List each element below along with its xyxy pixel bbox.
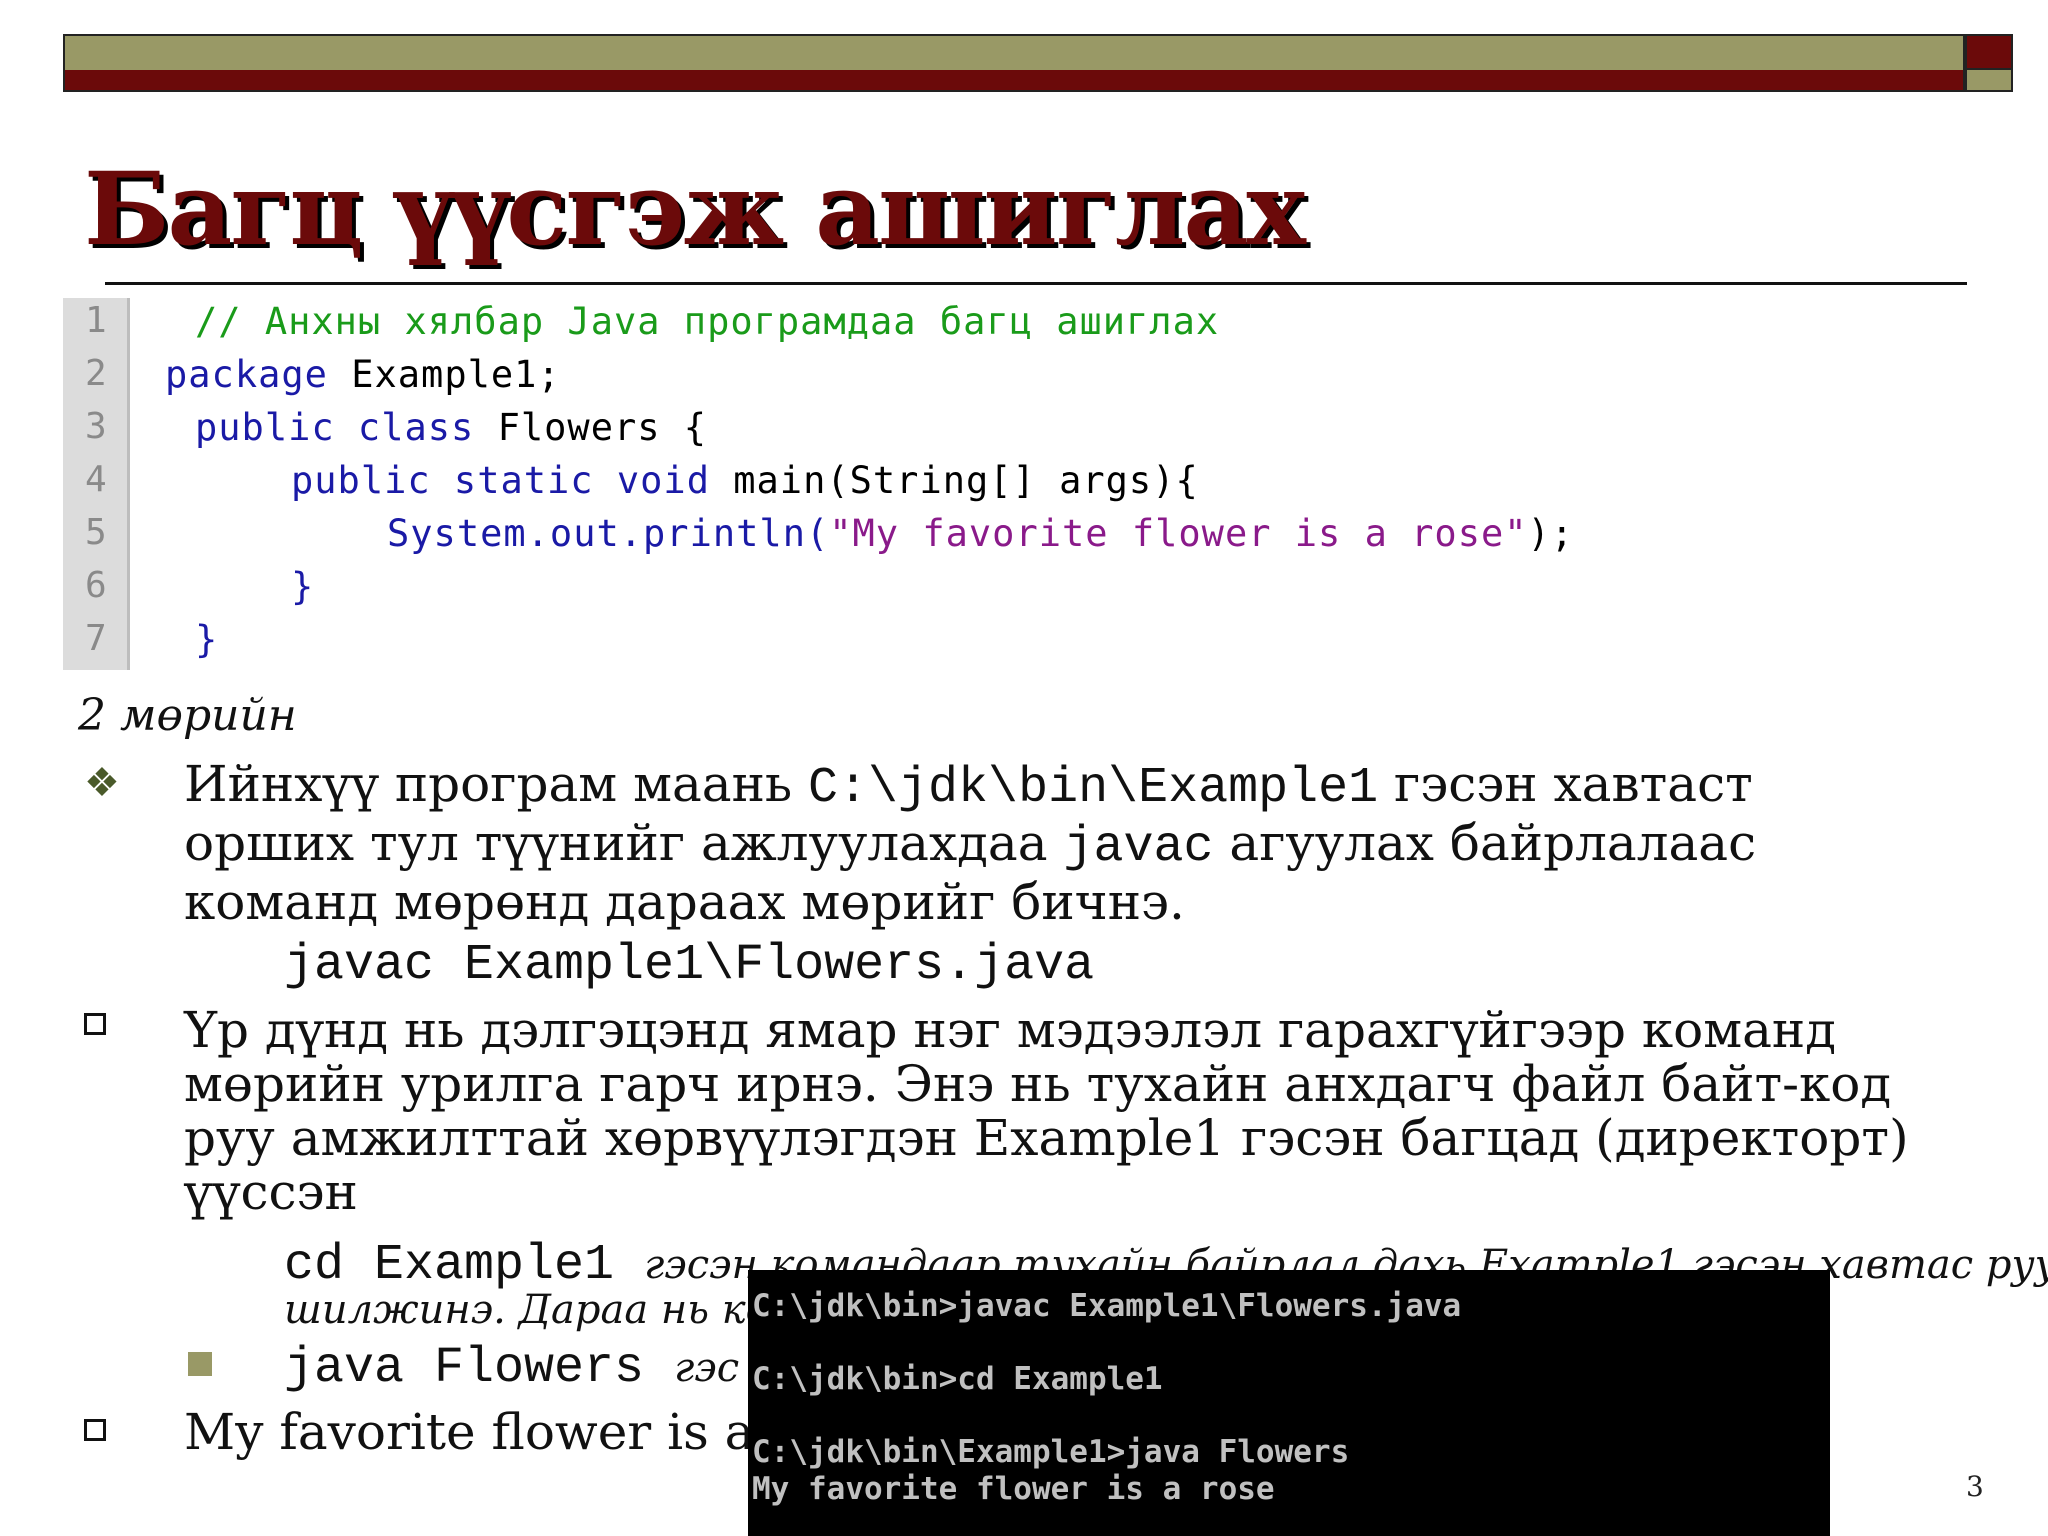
code-line-7: } [195, 618, 218, 661]
code-text: ); [1527, 512, 1575, 555]
line-number: 7 [85, 618, 107, 659]
header-bar-bottom [63, 70, 1965, 92]
code-text: cd Example1 [284, 1237, 615, 1294]
code-keyword: package [165, 353, 328, 396]
console-output: C:\jdk\bin>javac Example1\Flowers.java C… [748, 1270, 1830, 1536]
header-bar-top [63, 34, 1965, 70]
console-line: C:\jdk\bin\Example1>java Flowers [752, 1434, 1350, 1470]
square-filled-bullet-icon [188, 1352, 212, 1376]
code-line-4: public static void main(String[] args){ [291, 459, 1199, 502]
note-text: гэс [674, 1345, 740, 1391]
code-string: "My favorite flower is a rose" [829, 512, 1528, 555]
java-command: java Flowers гэс [284, 1340, 739, 1397]
code-comment: // Анхны хялбар Java програмдаа багц аши… [195, 300, 1220, 343]
paragraph-line: мөрийн урилга гарч ирнэ. Энэ нь тухайн а… [184, 1055, 1892, 1113]
code-line-3: public class Flowers { [195, 406, 707, 449]
title-divider [105, 282, 1967, 285]
code-listing: 1 2 3 4 5 6 7 // Анхны хялбар Java прогр… [63, 298, 1973, 670]
code-text: Flowers { [474, 406, 708, 449]
code-keyword: public static void [291, 459, 710, 502]
console-line: My favorite flower is a rose [752, 1471, 1275, 1507]
paragraph-1: Ийнхүү програм маань C:\jdk\bin\Example1… [184, 757, 1964, 929]
text-run: Ийнхүү програм маань [184, 755, 809, 813]
console-line: C:\jdk\bin>cd Example1 [752, 1361, 1163, 1397]
code-text: main(String[] args){ [709, 459, 1199, 502]
paragraph-line: орших тул түүнийг ажлуулахдаа javac агуу… [184, 816, 1964, 875]
code-text: } [291, 565, 315, 608]
text-run: гэсэн хавтаст [1378, 755, 1753, 813]
code-text: javac [1063, 819, 1214, 876]
paragraph-3: My favorite flower is a [184, 1403, 755, 1461]
slide-title: Багц үүсгэж ашиглах [84, 150, 1306, 268]
square-bullet-icon [84, 1419, 106, 1441]
paragraph-line: Ийнхүү програм маань C:\jdk\bin\Example1… [184, 757, 1964, 816]
line-number: 5 [85, 512, 107, 553]
code-line-2: package Example1; [165, 353, 561, 396]
code-line-5: System.out.println("My favorite flower i… [387, 512, 1574, 555]
page-number: 3 [1966, 1470, 1984, 1503]
header-corner-top [1965, 34, 2013, 70]
paragraph-line: команд мөрөнд дараах мөрийг бичнэ. [184, 873, 1185, 931]
line-number: 6 [85, 565, 107, 606]
path-text: C:\jdk\bin\Example1 [808, 760, 1379, 817]
line-number-gutter: 1 2 3 4 5 6 7 [63, 298, 130, 670]
code-keyword: public class [195, 406, 475, 449]
javac-command: javac Example1\Flowers.java [284, 937, 1095, 994]
square-bullet-icon [84, 1013, 106, 1035]
cd-note-continued: шилжинэ. Дараа нь ком [284, 1287, 803, 1333]
line-number: 1 [85, 300, 107, 341]
code-line-6: } [291, 565, 314, 608]
line-number: 2 [85, 353, 107, 394]
paragraph-2: Үр дүнд нь дэлгэцэнд ямар нэг мэдээлэл г… [184, 1003, 1984, 1219]
text-run: агуулах байрлалаас [1213, 814, 1757, 872]
text-run: орших тул түүнийг ажлуулахдаа [184, 814, 1064, 872]
diamond-bullet-icon: ❖ [84, 760, 120, 806]
line-number: 3 [85, 406, 107, 447]
paragraph-line: Үр дүнд нь дэлгэцэнд ямар нэг мэдээлэл г… [184, 1001, 1837, 1059]
slide: Багц үүсгэж ашиглах 1 2 3 4 5 6 7 // Анх… [0, 0, 2048, 1536]
code-line-1: // Анхны хялбар Java програмдаа багц аши… [195, 300, 1219, 343]
paragraph-line: үүссэн [184, 1163, 358, 1221]
console-line: C:\jdk\bin>javac Example1\Flowers.java [752, 1288, 1462, 1324]
code-caption: 2 мөрийн [78, 690, 297, 741]
header-corner-bottom [1965, 70, 2013, 92]
code-text: System.out.println( [387, 512, 830, 555]
code-text: } [195, 618, 219, 661]
code-text: java Flowers [284, 1340, 645, 1397]
code-text: Example1; [327, 353, 561, 396]
paragraph-line: руу амжилттай хөрвүүлэгдэн Example1 гэсэ… [184, 1109, 1909, 1167]
line-number: 4 [85, 459, 107, 500]
